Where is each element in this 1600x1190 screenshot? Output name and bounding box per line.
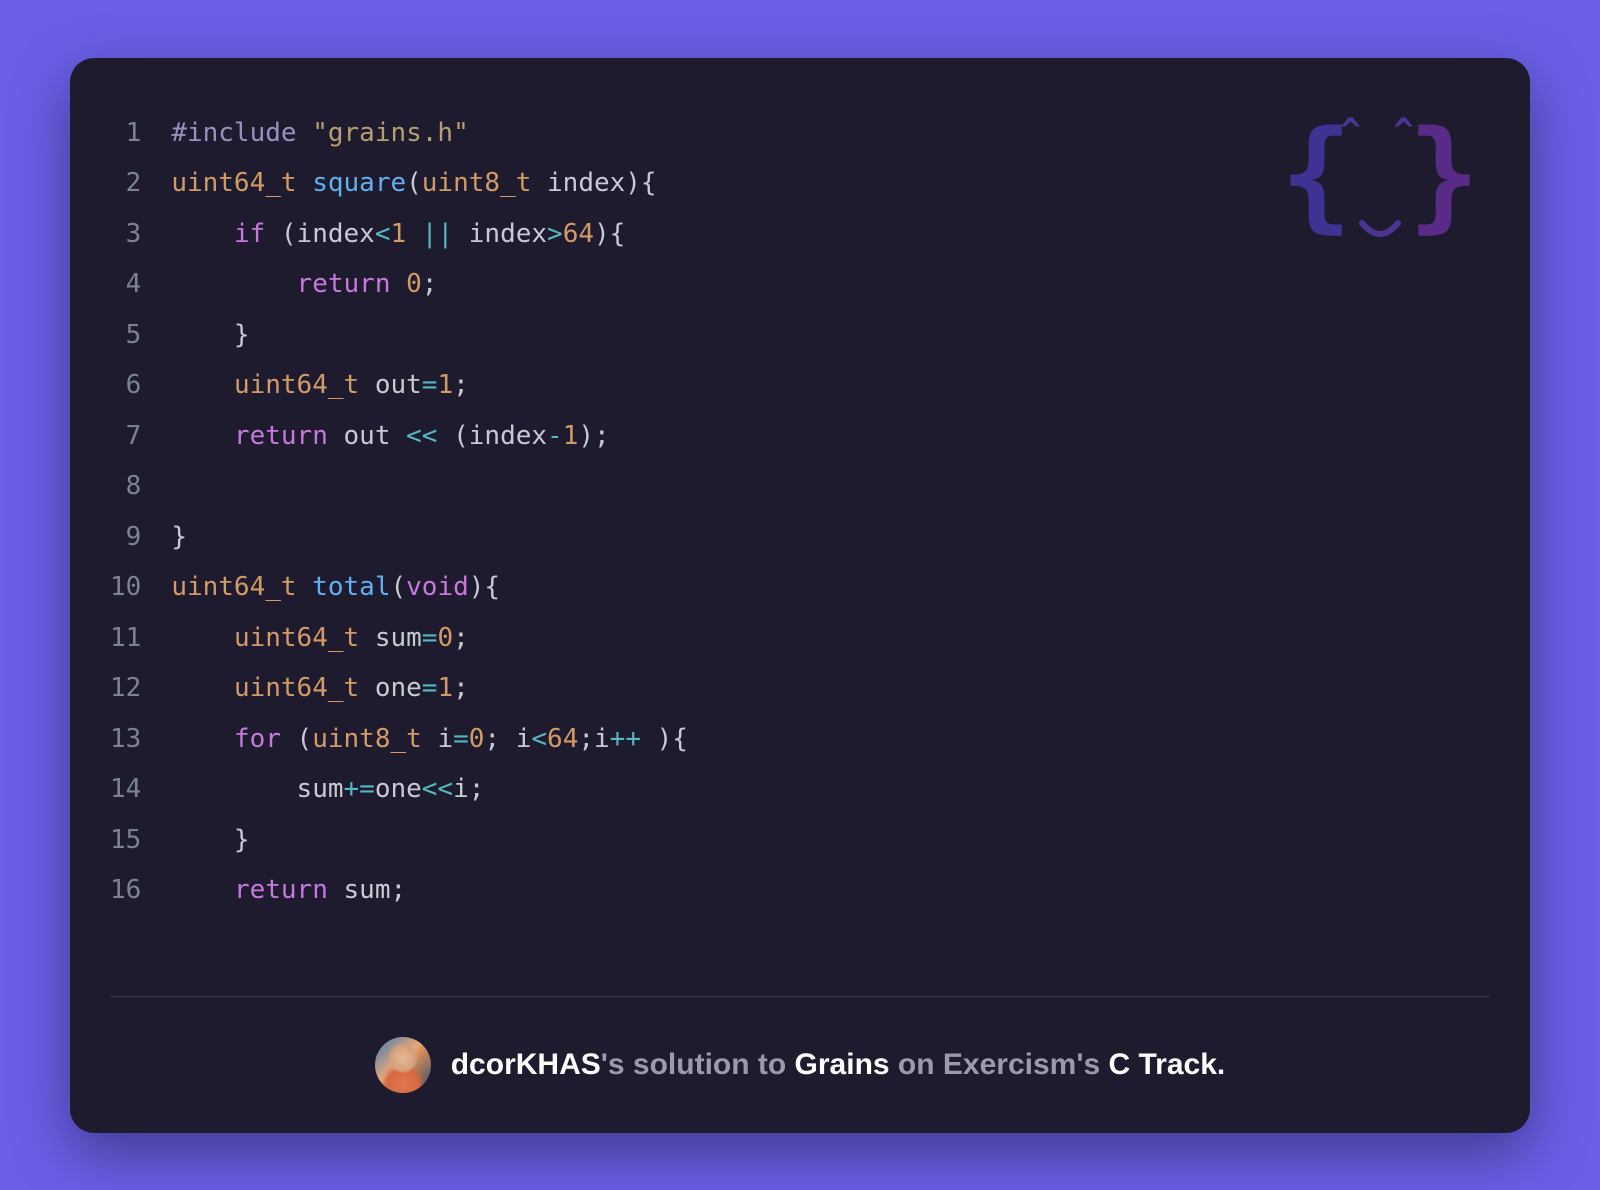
code-line [171, 461, 1490, 512]
line-number: 10 [110, 562, 141, 613]
code-line: } [171, 310, 1490, 361]
code-line: return out << (index-1); [171, 411, 1490, 462]
line-number: 8 [110, 461, 141, 512]
line-number: 2 [110, 158, 141, 209]
line-number: 1 [110, 108, 141, 159]
line-number: 3 [110, 209, 141, 260]
code-line: return sum; [171, 865, 1490, 916]
line-number: 5 [110, 310, 141, 361]
line-number: 13 [110, 714, 141, 765]
line-number: 9 [110, 512, 141, 563]
line-number: 4 [110, 259, 141, 310]
line-number: 16 [110, 865, 141, 916]
line-number: 12 [110, 663, 141, 714]
footer-exercise: Grains [795, 1048, 890, 1081]
code-line: sum+=one<<i; [171, 764, 1490, 815]
code-line: uint64_t total(void){ [171, 562, 1490, 613]
footer-user: dcorKHAS [451, 1048, 601, 1081]
code-line: } [171, 815, 1490, 866]
logo-face-icon: ^ ^ [1340, 121, 1419, 261]
avatar [375, 1037, 431, 1093]
code-line: for (uint8_t i=0; i<64;i++ ){ [171, 714, 1490, 765]
exercism-logo: { ^ ^ } [1280, 113, 1480, 253]
line-number: 7 [110, 411, 141, 462]
line-number: 6 [110, 360, 141, 411]
line-number-gutter: 12345678910111213141516 [110, 108, 171, 996]
footer-track: C Track. [1109, 1048, 1226, 1081]
line-number: 14 [110, 764, 141, 815]
attribution-text: dcorKHAS's solution to Grains on Exercis… [451, 1048, 1226, 1082]
code-line: return 0; [171, 259, 1490, 310]
line-number: 15 [110, 815, 141, 866]
code-line: uint64_t sum=0; [171, 613, 1490, 664]
code-card: { ^ ^ } 12345678910111213141516 #include… [70, 58, 1530, 1133]
code-line: uint64_t one=1; [171, 663, 1490, 714]
line-number: 11 [110, 613, 141, 664]
code-line: uint64_t out=1; [171, 360, 1490, 411]
attribution-footer: dcorKHAS's solution to Grains on Exercis… [110, 996, 1490, 1093]
code-line: } [171, 512, 1490, 563]
